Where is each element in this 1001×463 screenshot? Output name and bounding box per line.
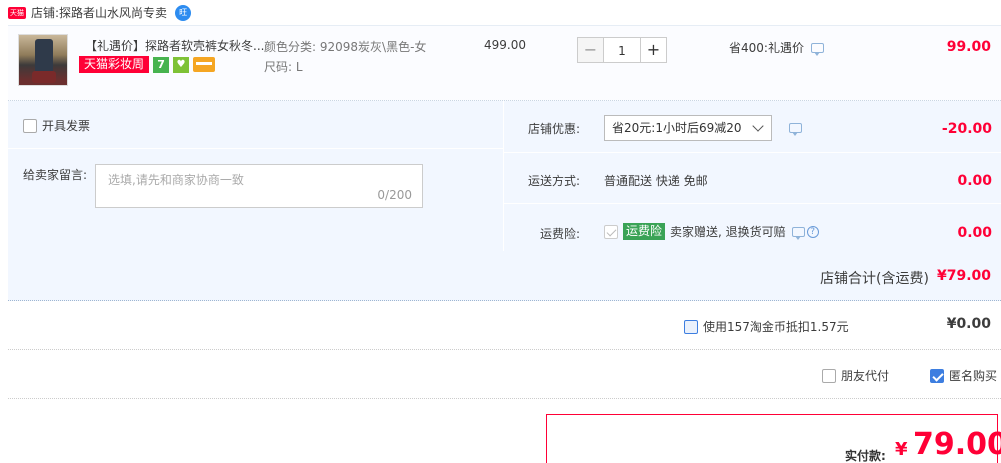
shipping-insurance-label: 运费险: xyxy=(539,227,580,241)
shop-header: 天猫 店铺: 探路者山水风尚专卖 旺 xyxy=(8,0,1001,25)
wangwang-chat-icon[interactable]: 旺 xyxy=(175,4,192,21)
shop-coupon-value: 省20元:1小时后69减20 xyxy=(612,121,742,135)
tmall-festival-tag[interactable]: 天猫彩妆周 xyxy=(79,56,150,73)
credit-card-icon[interactable] xyxy=(193,57,216,72)
options-divider xyxy=(8,148,503,149)
order-item-row: 【礼遇价】探路者软壳裤女秋冬... 天猫彩妆周 7 ♥ 颜色分类: 92098炭… xyxy=(8,25,1001,101)
purchase-options-row: 朋友代付 匿名购买 xyxy=(8,351,1001,399)
sku-size: 尺码: L xyxy=(264,60,303,74)
shipping-insurance-amount: 0.00 xyxy=(957,225,992,241)
item-promo-text: 省400:礼遇价 xyxy=(729,41,804,55)
shipping-insurance-row: 运费险: 运费险 卖家赠送, 退换货可赔 ? 0.00 xyxy=(504,203,1001,253)
seller-message-textarea[interactable]: 选填,请先和商家协商一致 0/200 xyxy=(95,164,423,208)
product-image-legs xyxy=(35,39,53,73)
tao-coins-value: ¥0.00 xyxy=(946,316,991,332)
quantity-increase-button[interactable]: + xyxy=(640,37,667,63)
product-image-boots xyxy=(32,71,56,83)
shipping-insurance-tag: 运费险 xyxy=(623,223,666,240)
payment-summary-box: 实付款: ¥ 79.00 xyxy=(546,414,1001,463)
shipping-insurance-text: 卖家赠送, 退换货可赔 xyxy=(670,225,786,239)
seven-day-return-icon[interactable]: 7 xyxy=(153,56,170,73)
unit-price: 499.00 xyxy=(484,38,526,52)
tao-coins-label: 使用157淘金币抵扣1.57元 xyxy=(703,320,849,334)
product-service-badges: 天猫彩妆周 7 ♥ xyxy=(79,56,216,73)
shop-coupon-row: 店铺优惠: 省20元:1小时后69减20 -20.00 xyxy=(504,101,1001,151)
shop-total-row: 店铺合计(含运费) ¥79.00 xyxy=(8,251,1001,301)
coupon-info-icon[interactable] xyxy=(789,123,802,136)
tao-coins-option[interactable]: 使用157淘金币抵扣1.57元 xyxy=(684,318,849,335)
product-thumbnail[interactable] xyxy=(18,34,68,86)
shop-label: 店铺: xyxy=(31,6,60,20)
quantity-input[interactable]: 1 xyxy=(604,37,640,63)
chevron-down-icon xyxy=(752,120,764,132)
checkout-order-panel: 天猫 店铺: 探路者山水风尚专卖 旺 【礼遇价】探路者软壳裤女秋冬... 天猫彩… xyxy=(0,0,1001,463)
shipping-insurance-checkbox xyxy=(604,224,618,239)
shop-name-link[interactable]: 探路者山水风尚专卖 xyxy=(59,4,167,21)
shipping-method: 普通配送 快递 免邮 xyxy=(604,174,708,188)
quantity-stepper: − 1 + xyxy=(577,37,667,63)
invoice-checkbox[interactable] xyxy=(23,118,37,133)
tao-coins-row: 使用157淘金币抵扣1.57元 ¥0.00 xyxy=(8,302,1001,350)
order-options-right: 店铺优惠: 省20元:1小时后69减20 -20.00 运送方式: 普通配送 快… xyxy=(503,101,1001,251)
promo-info-icon[interactable] xyxy=(811,43,824,56)
pay-amount: 79.00 xyxy=(913,427,1001,462)
order-options-left: 开具发票 给卖家留言: 选填,请先和商家协商一致 0/200 xyxy=(8,101,503,251)
shop-coupon-select[interactable]: 省20元:1小时后69减20 xyxy=(604,115,772,141)
tmall-logo-icon: 天猫 xyxy=(8,6,26,19)
shipping-insurance-option: 运费险 卖家赠送, 退换货可赔 ? xyxy=(604,223,819,240)
anonymous-purchase-option[interactable]: 匿名购买 xyxy=(930,367,997,384)
item-subtotal: 99.00 xyxy=(946,39,991,55)
tao-coins-checkbox[interactable] xyxy=(684,319,698,334)
insurance-chat-icon[interactable] xyxy=(791,226,805,240)
quantity-decrease-button[interactable]: − xyxy=(577,37,604,63)
shop-coupon-amount: -20.00 xyxy=(941,121,992,137)
invoice-option[interactable]: 开具发票 xyxy=(23,117,90,134)
friend-pay-label: 朋友代付 xyxy=(841,369,890,383)
shipping-label: 运送方式: xyxy=(527,174,580,188)
cup-service-icon[interactable]: ♥ xyxy=(173,56,190,73)
pay-label: 实付款: xyxy=(845,449,886,463)
friend-pay-checkbox[interactable] xyxy=(822,368,836,383)
invoice-label: 开具发票 xyxy=(42,119,91,133)
order-options-panel: 开具发票 给卖家留言: 选填,请先和商家协商一致 0/200 店铺优惠: 省20… xyxy=(8,101,1001,251)
seller-message-placeholder: 选填,请先和商家协商一致 xyxy=(108,173,244,187)
anonymous-purchase-checkbox[interactable] xyxy=(930,368,944,383)
help-icon[interactable]: ? xyxy=(806,225,819,238)
pay-currency: ¥ xyxy=(895,439,908,460)
sku-color: 颜色分类: 92098炭灰\黑色-女 xyxy=(264,40,427,54)
shop-total-value: ¥79.00 xyxy=(936,268,991,284)
seller-message-counter: 0/200 xyxy=(377,188,412,202)
shop-coupon-label: 店铺优惠: xyxy=(527,122,580,136)
friend-pay-option[interactable]: 朋友代付 xyxy=(822,367,889,384)
shipping-amount: 0.00 xyxy=(957,173,992,189)
shipping-row: 运送方式: 普通配送 快递 免邮 0.00 xyxy=(504,152,1001,202)
shop-total-label: 店铺合计(含运费) xyxy=(820,271,929,287)
anonymous-purchase-label: 匿名购买 xyxy=(949,369,998,383)
product-title-link[interactable]: 【礼遇价】探路者软壳裤女秋冬... xyxy=(85,37,264,54)
seller-message-label: 给卖家留言: xyxy=(23,168,88,182)
